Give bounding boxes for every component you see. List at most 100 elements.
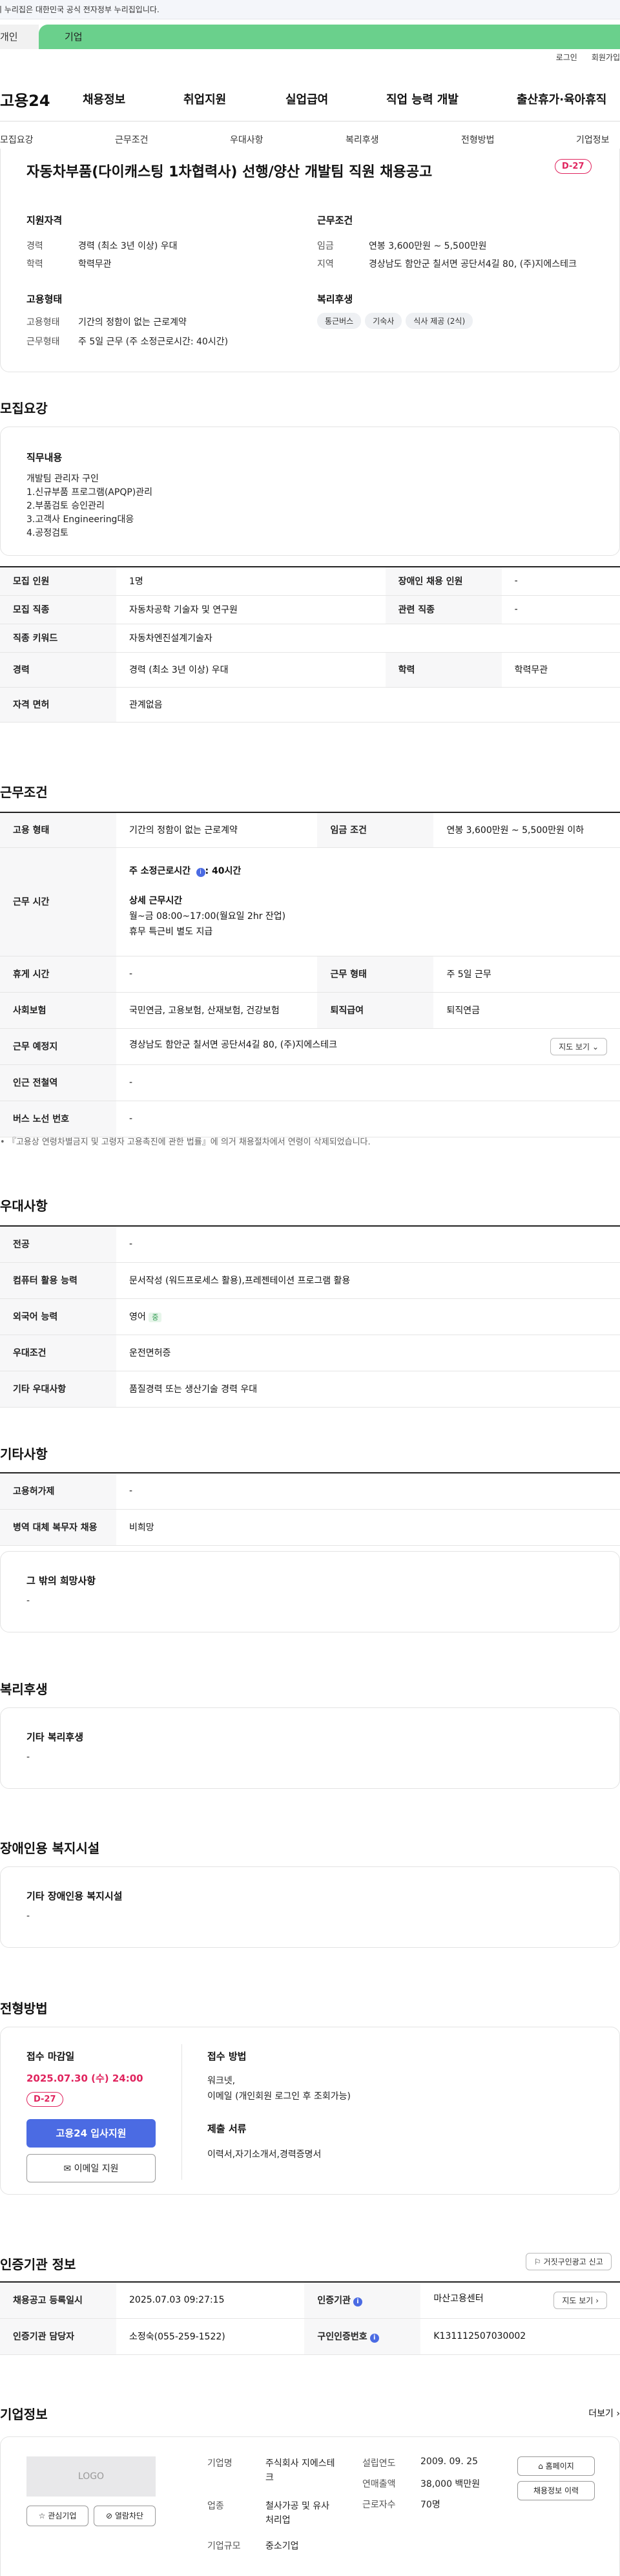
gnb-training[interactable]: 직업 능력 개발 [386, 90, 459, 107]
welfare-chip: 식사 제공 (2식) [406, 313, 473, 329]
interest-button[interactable]: ☆ 관심기업 [26, 2506, 88, 2526]
cert-label-cell: 구인인증번호 i [304, 2318, 421, 2355]
cell-value: 경력 (최소 3년 이상) 우대 [116, 652, 386, 688]
career-value: 경력 (최소 3년 이상) 우대 [78, 241, 178, 251]
deadline-value: 2025.07.30 (수) 24:00 [26, 2073, 143, 2084]
table-row: 우대조건 운전면허증 [0, 1335, 620, 1371]
tab-corporate[interactable]: 기업 [39, 25, 620, 49]
subnav-company[interactable]: 기업정보 [576, 133, 610, 146]
subnav-recruit[interactable]: 모집요강 [0, 133, 34, 146]
table-row: 휴게 시간 - 근무 형태 주 5일 근무 [0, 956, 620, 993]
email-apply-button[interactable]: ✉ 이메일 지원 [26, 2154, 156, 2182]
block-button[interactable]: ⊘ 열람차단 [94, 2506, 156, 2526]
disability-value: - [26, 1911, 30, 1921]
gnb-unemployment[interactable]: 실업급여 [285, 90, 328, 107]
etc-heading: 기타사항 [0, 1446, 48, 1462]
gnb-jobs[interactable]: 채용정보 [83, 90, 125, 107]
edu-label: 학력 [26, 259, 43, 269]
method-value-2: 이메일 (개인회원 로그인 후 조회가능) [207, 2091, 351, 2102]
homepage-button[interactable]: ⌂ 홈페이지 [517, 2456, 595, 2476]
subnav-welfare[interactable]: 복리후생 [346, 133, 379, 146]
table-row: 기타 우대사항 품질경력 또는 생산기술 경력 우대 [0, 1371, 620, 1408]
gov-notice-text: 이 누리집은 대한민국 공식 전자정부 누리집입니다. [0, 5, 160, 14]
gnb-employment-support[interactable]: 취업지원 [183, 90, 226, 107]
cell-label: 임금 조건 [317, 812, 434, 848]
info-icon[interactable]: i [353, 2297, 362, 2307]
wage-value: 연봉 3,600만원 ~ 5,500만원 [369, 241, 487, 251]
cell-label: 전공 [0, 1225, 116, 1263]
job-title: 자동차부품(다이캐스팅 1차협력사) 선행/양산 개발팀 직원 채용공고 [26, 164, 433, 180]
tab-individual[interactable]: 개인 [0, 25, 39, 49]
wish-card: 그 밖의 희망사항 - [0, 1551, 620, 1632]
lang-level-badge: 중 [149, 1313, 162, 1322]
cell-label: 경력 [0, 652, 116, 688]
founded-label: 설립연도 [362, 2458, 396, 2469]
hours-detail: 월~금 08:00~17:00(월요일 2hr 잔업) [129, 911, 286, 922]
chevron-right-icon: › [616, 2409, 620, 2419]
emp-type-label: 고용형태 [26, 317, 60, 328]
report-button[interactable]: ⚐ 거짓구인광고 신고 [526, 2253, 612, 2270]
login-link[interactable]: 로그인 [556, 53, 577, 62]
global-nav: 고용24 채용정보 취업지원 실업급여 직업 능력 개발 출산휴가·육아휴직 [0, 76, 620, 121]
map-button[interactable]: 지도 보기 ⌄ [550, 1037, 607, 1055]
chevron-right-icon: › [595, 2296, 599, 2305]
cell-value: 기간의 정함이 없는 근로계약 [116, 812, 318, 848]
table-row: 컴퓨터 활용 능력 문서작성 (워드프로세스 활용),프레젠테이션 프로그램 활용 [0, 1262, 620, 1299]
info-icon[interactable]: i [196, 868, 205, 877]
method-label: 접수 방법 [207, 2051, 247, 2062]
apply-button[interactable]: 고용24 입사지원 [26, 2119, 156, 2148]
age-footnote: • 『고용상 연령차별금지 및 고령자 고용촉진에 관한 법률』에 의거 채용절… [0, 1137, 371, 1147]
subnav-selection[interactable]: 전형방법 [461, 133, 495, 146]
inst-map-button[interactable]: 지도 보기 › [553, 2291, 607, 2309]
subnav-conditions[interactable]: 근무조건 [115, 133, 149, 146]
qual-heading: 지원자격 [26, 215, 63, 226]
table-row: 모집 인원 1명 장애인 채용 인원 - [0, 566, 620, 596]
conditions-table: 고용 형태 기간의 정함이 없는 근로계약 임금 조건 연봉 3,600만원 ~ 5,… [0, 812, 620, 1137]
emp-heading: 고용형태 [26, 293, 63, 305]
table-row: 외국어 능력 영어 중 [0, 1298, 620, 1335]
table-row: 직종 키워드 자동차엔진설계기술자 [0, 624, 620, 653]
info-icon[interactable]: i [369, 2334, 379, 2343]
tab-individual-label: 개인 [0, 31, 18, 43]
cell-value: - [116, 1472, 620, 1510]
gov-notice-bar: 이 누리집은 대한민국 공식 전자정부 누리집입니다. [0, 0, 620, 19]
chevron-down-icon: ⌄ [592, 1042, 599, 1051]
cell-label: 자격 면허 [0, 687, 116, 723]
cell-value: 품질경력 또는 생산기술 경력 우대 [116, 1371, 620, 1408]
star-icon: ☆ [38, 2511, 46, 2520]
utility-links: 로그인 회원가입 [542, 52, 620, 63]
listings-button[interactable]: 채용정보 이력 [517, 2481, 595, 2500]
cell-value: 학력무관 [501, 652, 620, 688]
size-label: 기업규모 [207, 2541, 241, 2551]
place-value: 경상남도 함안군 칠서면 공단서4길 80, (주)지에스테크 [129, 1039, 337, 1050]
cell-value: 1명 [116, 566, 386, 596]
cell-label: 채용공고 등록일시 [0, 2281, 116, 2319]
work-form-value: 주 5일 근무 (주 소정근로시간: 40시간) [78, 337, 229, 347]
summary-card: 자동차부품(다이캐스팅 1차협력사) 선행/양산 개발팀 직원 채용공고 D-2… [0, 149, 620, 372]
join-link[interactable]: 회원가입 [592, 53, 620, 62]
lang-value: 영어 [129, 1312, 146, 1322]
cell-value: 2025.07.03 09:27:15 [116, 2281, 305, 2319]
gnb-parental-leave[interactable]: 출산휴가·육아휴직 [517, 90, 606, 107]
homepage-label: 홈페이지 [545, 2462, 574, 2471]
table-row: 근무 시간 주 소정근로시간 i: 40시간 상세 근무시간 월~금 08:00… [0, 847, 620, 956]
preferences-table: 전공 - 컴퓨터 활용 능력 문서작성 (워드프로세스 활용),프레젠테이션 프로그… [0, 1225, 620, 1408]
cell-value: 국민연금, 고용보험, 산재보험, 건강보험 [116, 992, 318, 1029]
report-icon: ⚐ [534, 2257, 541, 2266]
recruit-heading: 모집요강 [0, 401, 48, 416]
cell-value: - [116, 1225, 620, 1263]
cell-label: 직종 키워드 [0, 624, 116, 653]
cell-value: 주 5일 근무 [433, 956, 620, 993]
cell-value: 연봉 3,600만원 ~ 5,500만원 이하 [433, 812, 620, 848]
subnav-preferences[interactable]: 우대사항 [230, 133, 264, 146]
interest-label: 관심기업 [48, 2511, 77, 2520]
selection-card: 접수 마감일 2025.07.30 (수) 24:00 D-27 고용24 입사… [0, 2027, 620, 2195]
welfare-value: - [26, 1752, 30, 1762]
work-form-label: 근무형태 [26, 337, 60, 347]
site-logo[interactable]: 고용24 [0, 88, 50, 111]
company-more-link[interactable]: 더보기 › [588, 2407, 620, 2420]
company-more-label: 더보기 [588, 2409, 614, 2419]
cell-label: 고용 형태 [0, 812, 116, 848]
region-value: 경상남도 함안군 칠서면 공단서4길 80, (주)지에스테크 [369, 259, 577, 269]
table-row: 인근 전철역 - [0, 1064, 620, 1101]
